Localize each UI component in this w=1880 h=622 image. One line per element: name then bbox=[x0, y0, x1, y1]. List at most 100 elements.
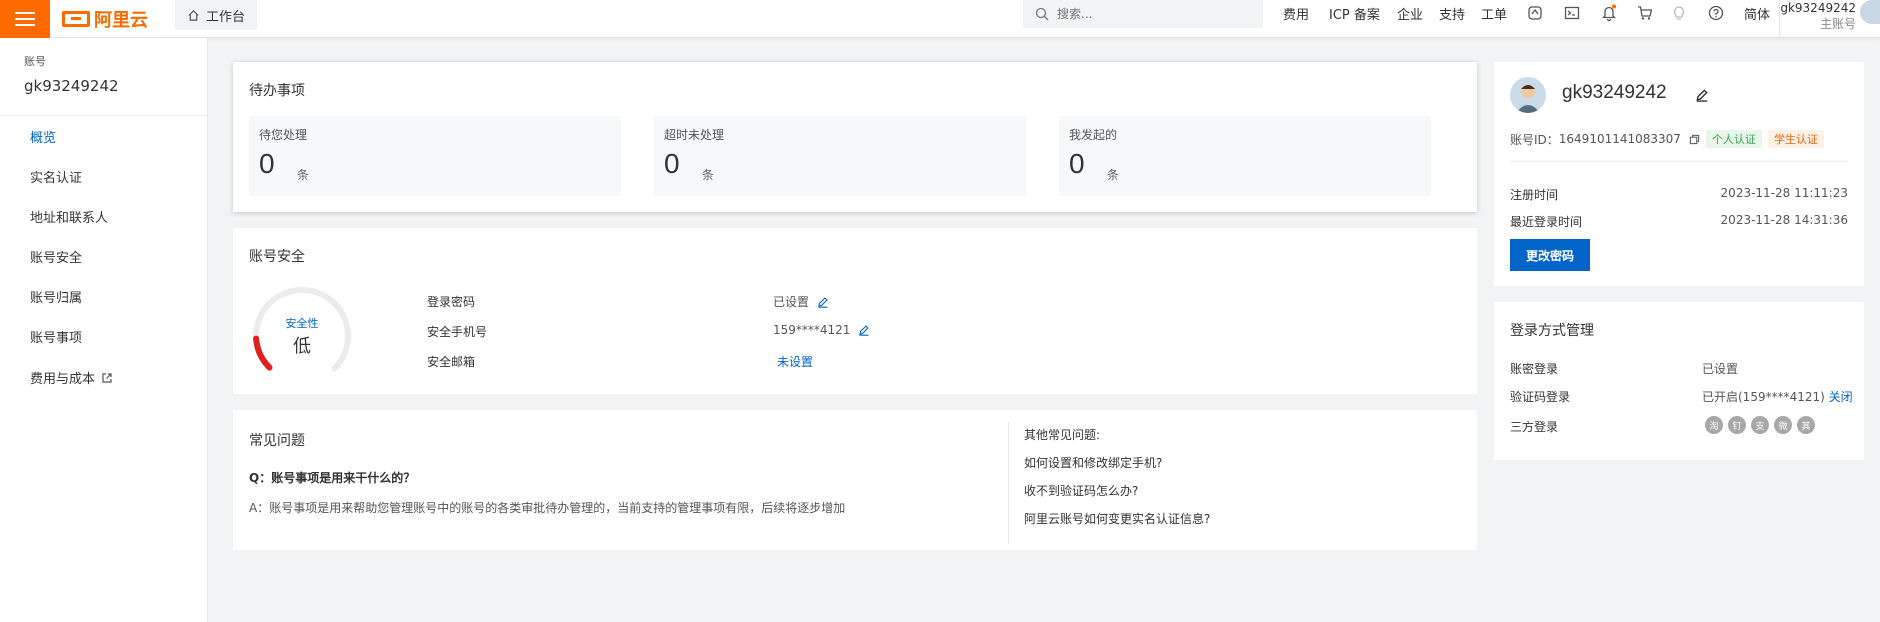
user-role: 主账号 bbox=[1819, 17, 1856, 31]
last-login-label: 最近登录时间 bbox=[1510, 215, 1583, 229]
sidebar-account-name: gk93249242 bbox=[24, 77, 119, 95]
aliyun-logo[interactable]: 阿里云 bbox=[62, 7, 148, 31]
account-id-row: 账号ID： 1649101141083307 个人认证 学生认证 bbox=[1510, 130, 1824, 148]
change-password-button[interactable]: 更改密码 bbox=[1510, 239, 1590, 271]
aliyun-logo-icon bbox=[62, 11, 90, 27]
sidebar-item-ownership[interactable]: 账号归属 bbox=[30, 287, 82, 306]
code-login-value: 已开启(159****4121) bbox=[1702, 390, 1825, 404]
register-time-value: 2023-11-28 11:11:23 bbox=[1720, 186, 1848, 200]
profile-card: gk93249242 账号ID： 1649101141083307 个人认证 学… bbox=[1494, 62, 1864, 286]
profile-name: gk93249242 bbox=[1562, 82, 1667, 103]
nav-billing[interactable]: 费用 bbox=[1283, 0, 1309, 26]
student-verified-badge[interactable]: 学生认证 bbox=[1767, 130, 1824, 148]
gauge-value: 低 bbox=[293, 336, 311, 357]
todo-initiated-unit: 条 bbox=[1107, 168, 1120, 182]
code-login-label: 验证码登录 bbox=[1510, 390, 1571, 404]
personal-verified-badge[interactable]: 个人认证 bbox=[1705, 130, 1762, 148]
other-login-icon[interactable]: 其 bbox=[1797, 416, 1815, 434]
email-label: 安全邮箱 bbox=[427, 355, 476, 369]
profile-divider bbox=[1510, 161, 1848, 162]
todo-overdue-label: 超时未处理 bbox=[664, 128, 725, 142]
nav-icp[interactable]: ICP 备案 bbox=[1329, 0, 1380, 26]
lightbulb-icon[interactable] bbox=[1670, 4, 1688, 22]
home-icon bbox=[188, 9, 199, 21]
hamburger-menu-icon[interactable] bbox=[0, 0, 50, 38]
last-login-value: 2023-11-28 14:31:36 bbox=[1720, 213, 1848, 227]
nav-support[interactable]: 支持 bbox=[1439, 0, 1465, 26]
sidebar: 账号 gk93249242 概览 实名认证 地址和联系人 账号安全 账号归属 账… bbox=[0, 38, 208, 622]
faq-question: Q：账号事项是用来干什么的？ bbox=[249, 471, 416, 485]
login-method-title: 登录方式管理 bbox=[1510, 323, 1594, 339]
sidebar-divider bbox=[0, 115, 208, 116]
help-icon[interactable] bbox=[1707, 4, 1725, 22]
workbench-tab[interactable]: 工作台 bbox=[175, 0, 258, 30]
nav-ticket[interactable]: 工单 bbox=[1481, 0, 1507, 26]
todo-pending[interactable]: 待您处理 0 条 bbox=[249, 116, 621, 196]
faq-other-link[interactable]: 阿里云账号如何变更实名认证信息? bbox=[1024, 510, 1210, 527]
faq-title: 常见问题 bbox=[249, 433, 305, 449]
sidebar-item-label: 费用与成本 bbox=[30, 372, 96, 387]
faq-divider bbox=[1008, 422, 1009, 544]
security-card: 账号安全 安全性 低 登录密码 已设置 安全手机号 159****4121 安全… bbox=[233, 228, 1477, 394]
sidebar-item-security[interactable]: 账号安全 bbox=[30, 247, 82, 266]
edit-icon[interactable] bbox=[817, 296, 829, 308]
todo-overdue[interactable]: 超时未处理 0 条 bbox=[654, 116, 1026, 196]
user-name: gk93249242 bbox=[1780, 1, 1856, 15]
third-party-icons: 淘 钉 支 微 其 bbox=[1705, 416, 1815, 434]
password-label: 登录密码 bbox=[427, 295, 476, 309]
search-input[interactable] bbox=[1057, 7, 1247, 21]
todo-initiated-count: 0 bbox=[1069, 148, 1085, 179]
copy-icon[interactable] bbox=[1689, 134, 1700, 145]
avatar[interactable] bbox=[1510, 77, 1546, 113]
account-id-value: 1649101141083307 bbox=[1558, 132, 1681, 146]
todo-overdue-count: 0 bbox=[664, 148, 680, 179]
sidebar-item-overview[interactable]: 概览 bbox=[30, 127, 56, 146]
todo-pending-label: 待您处理 bbox=[259, 128, 308, 142]
weibo-icon[interactable]: 微 bbox=[1774, 416, 1792, 434]
top-bar: 阿里云 工作台 费用 ICP 备案 企业 支持 工单 简体 gk93249242… bbox=[0, 0, 1880, 38]
taobao-icon[interactable]: 淘 bbox=[1705, 416, 1723, 434]
gauge-label: 安全性 bbox=[285, 317, 319, 330]
language-switch[interactable]: 简体 bbox=[1744, 0, 1770, 26]
phone-label: 安全手机号 bbox=[427, 325, 488, 339]
todo-pending-count: 0 bbox=[259, 148, 275, 179]
terminal-icon[interactable] bbox=[1563, 4, 1581, 22]
edit-icon[interactable] bbox=[858, 324, 870, 336]
password-login-label: 账密登录 bbox=[1510, 362, 1559, 376]
todo-initiated[interactable]: 我发起的 0 条 bbox=[1059, 116, 1431, 196]
faq-other-title: 其他常见问题: bbox=[1024, 428, 1101, 442]
login-method-card: 登录方式管理 账密登录 已设置 验证码登录 已开启(159****4121) 关… bbox=[1494, 302, 1864, 460]
email-set-link[interactable]: 未设置 bbox=[777, 353, 813, 370]
avatar[interactable] bbox=[1860, 0, 1880, 24]
ai-assistant-icon[interactable] bbox=[1526, 4, 1544, 22]
phone-number: 159****4121 bbox=[773, 323, 851, 337]
todo-pending-unit: 条 bbox=[297, 168, 310, 182]
todo-card: 待办事项 待您处理 0 条 超时未处理 0 条 我发起的 0 条 bbox=[233, 62, 1477, 212]
phone-value-row: 159****4121 bbox=[773, 323, 870, 337]
password-status: 已设置 bbox=[773, 295, 810, 309]
dingtalk-icon[interactable]: 钉 bbox=[1728, 416, 1746, 434]
cart-icon[interactable] bbox=[1636, 4, 1654, 22]
faq-answer: A：账号事项是用来帮助您管理账号中的账号的各类审批待办管理的，当前支持的管理事项… bbox=[249, 501, 846, 515]
todo-overdue-unit: 条 bbox=[702, 168, 715, 182]
third-party-login-label: 三方登录 bbox=[1510, 420, 1559, 434]
search-box[interactable] bbox=[1023, 0, 1263, 28]
faq-card: 常见问题 Q：账号事项是用来干什么的？ A：账号事项是用来帮助您管理账号中的账号… bbox=[233, 410, 1477, 550]
todo-title: 待办事项 bbox=[249, 83, 305, 99]
edit-icon[interactable] bbox=[1695, 88, 1709, 102]
user-menu[interactable]: gk93249242 主账号 bbox=[1780, 0, 1856, 32]
sidebar-item-matters[interactable]: 账号事项 bbox=[30, 327, 82, 346]
bell-icon[interactable] bbox=[1600, 4, 1618, 22]
faq-other-link[interactable]: 收不到验证码怎么办? bbox=[1024, 482, 1138, 499]
search-icon bbox=[1035, 7, 1049, 21]
code-login-close-link[interactable]: 关闭 bbox=[1829, 390, 1853, 404]
sidebar-item-billing[interactable]: 费用与成本 bbox=[30, 368, 113, 387]
sidebar-item-address[interactable]: 地址和联系人 bbox=[30, 207, 108, 226]
nav-enterprise[interactable]: 企业 bbox=[1397, 0, 1423, 26]
password-login-status: 已设置 bbox=[1702, 362, 1739, 376]
sidebar-item-realname[interactable]: 实名认证 bbox=[30, 167, 82, 186]
password-value-row: 已设置 bbox=[773, 293, 829, 310]
faq-other-link[interactable]: 如何设置和修改绑定手机? bbox=[1024, 454, 1162, 471]
alipay-icon[interactable]: 支 bbox=[1751, 416, 1769, 434]
external-link-icon bbox=[102, 372, 112, 383]
